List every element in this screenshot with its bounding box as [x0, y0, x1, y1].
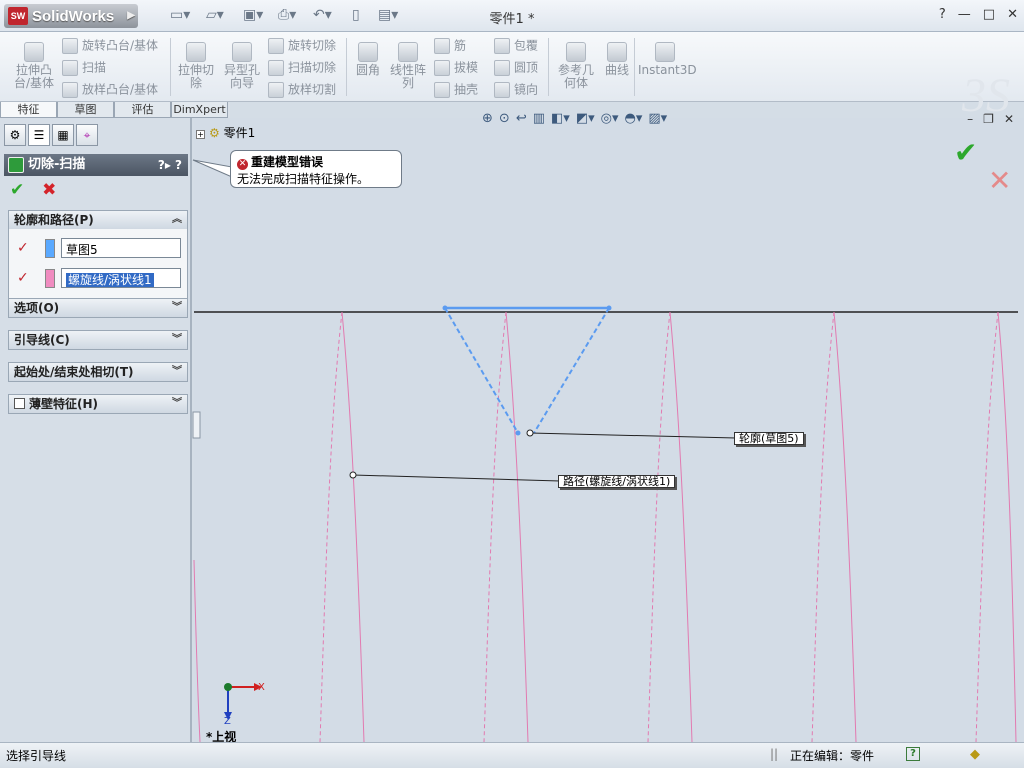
profile-leader-line: [529, 432, 737, 439]
callout-pointer: [192, 159, 233, 178]
viewport-close-button[interactable]: ✕: [1004, 112, 1014, 126]
tags-icon[interactable]: ◆: [970, 747, 980, 762]
editing-status: 正在编辑：零件: [790, 749, 875, 763]
helix-visible-lines: [193, 311, 1017, 743]
profile-sketch-triangle: [442, 305, 612, 436]
viewport-restore-button[interactable]: ❐: [983, 112, 994, 126]
help-icon[interactable]: ?: [906, 747, 920, 761]
appearance-icon[interactable]: ◓▾: [625, 111, 643, 126]
viewport-minimize-button[interactable]: –: [967, 112, 973, 126]
profile-tag[interactable]: 轮廓(草图5): [734, 432, 804, 445]
zoom-to-fit-icon[interactable]: ⊕: [482, 111, 493, 126]
previous-view-icon[interactable]: ↩: [516, 111, 527, 126]
path-tag[interactable]: 路径(螺旋线/涡状线1): [558, 475, 676, 488]
status-hint: 选择引导线: [6, 749, 67, 763]
confirm-ok-icon[interactable]: ✔: [954, 136, 977, 169]
confirm-cancel-icon[interactable]: ✕: [988, 164, 1011, 197]
hide-show-items-icon[interactable]: ◎▾: [601, 111, 619, 126]
rebuild-error-callout: ✕ 重建模型错误 无法完成扫描特征操作。: [230, 150, 402, 188]
heads-up-view-toolbar: ⊕ ⊙ ↩ ▥ ◧▾ ◩▾ ◎▾ ◓▾ ▨▾: [482, 111, 667, 126]
part-icon: ⚙: [209, 126, 220, 140]
axis-x-label: X: [258, 682, 265, 693]
expand-icon[interactable]: +: [196, 130, 205, 139]
zoom-to-area-icon[interactable]: ⊙: [499, 111, 510, 126]
view-orientation-icon[interactable]: ◧▾: [551, 111, 570, 126]
callout-message: 无法完成扫描特征操作。: [237, 172, 370, 186]
error-icon: ✕: [237, 159, 248, 170]
feature-tree-flyout[interactable]: + ⚙ 零件1: [196, 124, 255, 141]
path-leader-line: [352, 474, 561, 482]
scene-icon[interactable]: ▨▾: [648, 111, 667, 126]
axis-z-label: Z: [224, 716, 231, 727]
panel-collapse-handle: [192, 411, 201, 439]
helix-hidden-lines: [319, 311, 999, 743]
section-view-icon[interactable]: ▥: [533, 111, 545, 126]
status-bar: 选择引导线 || 正在编辑：零件 ? ◆: [0, 742, 1024, 768]
display-style-icon[interactable]: ◩▾: [576, 111, 595, 126]
